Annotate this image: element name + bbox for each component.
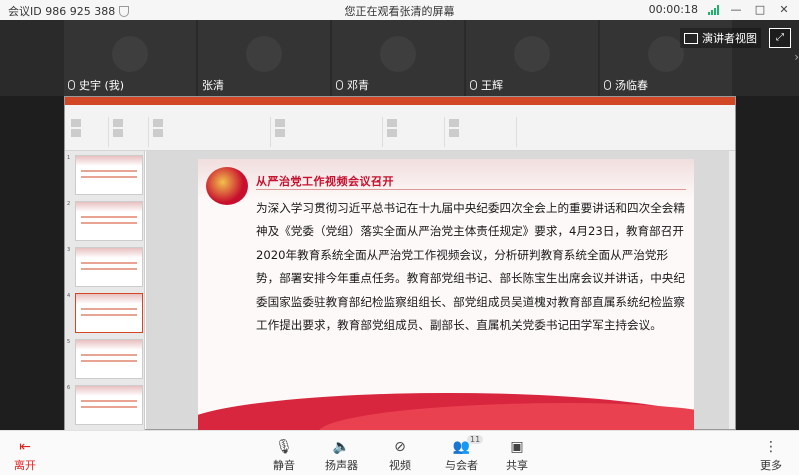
slide-title: 从严治党工作视频会议召开 xyxy=(256,175,394,188)
slide-thumbnail[interactable] xyxy=(75,339,143,379)
microphone-icon: 🎙 xyxy=(275,439,293,455)
chevron-right-icon[interactable]: › xyxy=(794,50,799,64)
ribbon-group xyxy=(385,117,445,147)
slide-thumbnail[interactable] xyxy=(75,247,143,287)
ribbon-group xyxy=(151,117,271,147)
title-bar: 会议ID 986 925 388 您正在观看张清的屏幕 00:00:18 — □… xyxy=(0,0,799,20)
participant-video-strip: 史宇 (我) 张清 邓青 王辉 汤临春 演讲者视图 ⤢ › xyxy=(0,20,799,96)
participant-tile[interactable]: 王辉 xyxy=(466,20,598,96)
slide-thumbnail-panel: 1 2 3 4 5 6 xyxy=(65,151,145,431)
participant-name: 王辉 xyxy=(481,79,503,92)
mute-button[interactable]: 🎙 静音 xyxy=(273,437,295,473)
close-icon[interactable]: ✕ xyxy=(777,3,791,16)
slide-thumbnail[interactable] xyxy=(75,385,143,425)
ribbon-group xyxy=(111,117,149,147)
participant-tile[interactable]: 张清 xyxy=(198,20,330,96)
share-label: 共享 xyxy=(506,459,528,472)
speaker-icon: 🔈 xyxy=(332,439,351,455)
microphone-icon xyxy=(604,80,611,90)
participant-name: 邓青 xyxy=(347,79,369,92)
slide-number: 5 xyxy=(67,339,71,345)
powerpoint-title-bar xyxy=(65,97,735,105)
maximize-icon[interactable]: □ xyxy=(753,3,767,16)
participant-name: 张清 xyxy=(202,79,224,92)
slide-number: 1 xyxy=(67,155,71,161)
speaker-button[interactable]: 🔈 扬声器 xyxy=(325,437,358,473)
slide-thumbnail-selected[interactable] xyxy=(75,293,143,333)
participant-tile[interactable]: 邓青 xyxy=(332,20,464,96)
window-controls: 00:00:18 — □ ✕ xyxy=(649,3,791,16)
microphone-icon xyxy=(470,80,477,90)
meeting-window: 会议ID 986 925 388 您正在观看张清的屏幕 00:00:18 — □… xyxy=(0,0,799,475)
leave-label: 离开 xyxy=(14,459,36,472)
title-divider xyxy=(256,189,686,190)
microphone-icon xyxy=(68,80,75,90)
video-button[interactable]: ⊘ 视频 xyxy=(389,437,411,473)
shared-screen: 1 2 3 4 5 6 从严治党工作视频会议召开 为深入学习贯彻习近平总书记在十… xyxy=(64,96,736,435)
video-label: 视频 xyxy=(389,459,411,472)
slide-number: 4 xyxy=(67,293,71,299)
share-screen-icon: ▣ xyxy=(510,439,524,455)
minimize-icon[interactable]: — xyxy=(729,3,743,16)
mute-label: 静音 xyxy=(273,459,295,472)
meeting-timer: 00:00:18 xyxy=(648,3,698,16)
more-label: 更多 xyxy=(760,459,782,472)
avatar xyxy=(380,36,416,72)
presenter-view-icon xyxy=(684,32,698,44)
presenter-view-label: 演讲者视图 xyxy=(702,32,757,45)
slide-body-text: 为深入学习贯彻习近平总书记在十九届中央纪委四次全会上的重要讲话和四次全会精神及《… xyxy=(256,201,685,333)
vertical-scrollbar[interactable] xyxy=(729,151,735,429)
powerpoint-ribbon xyxy=(65,105,735,151)
microphone-icon xyxy=(336,80,343,90)
ribbon-tabs xyxy=(65,105,735,113)
more-button[interactable]: ⋮ 更多 xyxy=(760,437,782,473)
participants-label: 与会者 xyxy=(445,459,478,472)
party-emblem-icon xyxy=(206,167,248,205)
participants-button[interactable]: 👥 11 与会者 xyxy=(445,435,484,473)
slide-number: 6 xyxy=(67,385,71,391)
share-button[interactable]: ▣ 共享 xyxy=(506,437,528,473)
participants-count-badge: 11 xyxy=(467,435,484,444)
ribbon-group xyxy=(447,117,517,147)
ribbon-group xyxy=(69,117,109,147)
slide-thumbnail[interactable] xyxy=(75,155,143,195)
participant-name: 史宇 (我) xyxy=(79,79,125,92)
presenter-view-button[interactable]: 演讲者视图 xyxy=(680,28,761,48)
signal-strength-icon xyxy=(708,4,719,15)
participant-tile[interactable]: 史宇 (我) xyxy=(64,20,196,96)
slide-thumbnail[interactable] xyxy=(75,201,143,241)
slide-number: 3 xyxy=(67,247,71,253)
meeting-toolbar: ⇤ 离开 🎙 静音 🔈 扬声器 ⊘ 视频 👥 11 与会者 ▣ 共享 ⋮ 更多 xyxy=(0,430,799,475)
video-camera-off-icon: ⊘ xyxy=(394,439,406,455)
avatar xyxy=(112,36,148,72)
speaker-label: 扬声器 xyxy=(325,459,358,472)
slide-canvas: 从严治党工作视频会议召开 为深入学习贯彻习近平总书记在十九届中央纪委四次全会上的… xyxy=(146,151,735,435)
leave-button[interactable]: ⇤ 离开 xyxy=(14,437,36,473)
avatar xyxy=(246,36,282,72)
participant-name: 汤临春 xyxy=(615,79,648,92)
avatar xyxy=(648,36,684,72)
fullscreen-icon[interactable]: ⤢ xyxy=(769,28,791,48)
slide-number: 2 xyxy=(67,201,71,207)
exit-door-icon: ⇤ xyxy=(19,439,31,455)
ribbon-group xyxy=(273,117,383,147)
avatar xyxy=(514,36,550,72)
more-dots-icon: ⋮ xyxy=(764,439,778,455)
current-slide: 从严治党工作视频会议召开 为深入学习贯彻习近平总书记在十九届中央纪委四次全会上的… xyxy=(198,159,694,435)
